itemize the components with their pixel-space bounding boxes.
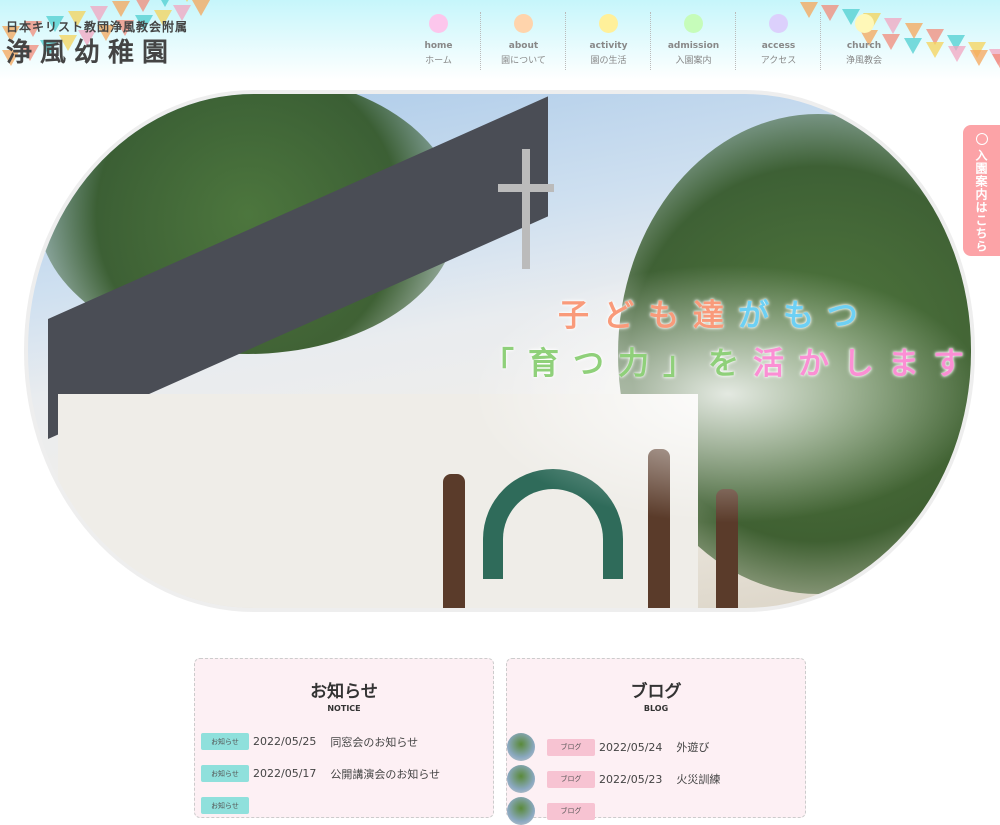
blog-thumbnail[interactable]	[507, 797, 535, 825]
notice-list-item[interactable]: お知らせ 2022/05/25 同窓会のお知らせ	[201, 733, 418, 750]
nav-item-home[interactable]: home ホーム	[397, 12, 481, 70]
notice-subtitle: NOTICE	[327, 704, 361, 713]
bunting-flag	[192, 0, 210, 16]
nav-dot-icon	[854, 14, 874, 33]
blog-panel: ブログ BLOG ブログ 2022/05/24 外遊び ブログ 2022/05/23 火災…	[506, 658, 806, 825]
nav-dot-icon	[684, 14, 703, 33]
bunting-flag	[904, 38, 922, 54]
bunting-flag	[178, 0, 196, 2]
bunting-flag	[134, 0, 152, 12]
nav-label-en: home	[424, 41, 453, 51]
nav-dot-icon	[599, 14, 618, 33]
nav-item-about[interactable]: about 園について	[482, 12, 566, 70]
nav-item-activity[interactable]: activity 園の生活	[567, 12, 651, 70]
cross	[522, 149, 530, 269]
blog-list-item[interactable]: ブログ 2022/05/23 火災訓練	[507, 765, 720, 793]
nav-dot-icon	[514, 14, 533, 33]
hero-catchphrase-line2: 「育つ力」を活かします	[483, 338, 975, 383]
nav-label-ja: ホーム	[425, 56, 452, 66]
blog-thumbnail[interactable]	[507, 765, 535, 793]
bunting-flag	[905, 23, 923, 40]
nav-label-ja: アクセス	[760, 56, 797, 66]
site-header: 日本キリスト教団浄風教会附属 浄風幼稚園 home ホーム about 園について ac…	[0, 0, 1000, 80]
admission-side-tab[interactable]: 入園案内はこちら	[963, 125, 1000, 256]
nav-item-church[interactable]: church 浄風教会	[822, 12, 906, 70]
notice-category-badge: お知らせ	[201, 765, 249, 782]
blog-subtitle: BLOG	[643, 704, 669, 713]
bunting-flag	[156, 0, 174, 7]
notice-date: 2022/05/17	[253, 767, 317, 780]
logo-title: 浄風幼稚園	[6, 38, 177, 68]
catchphrase-segment: がもつ	[738, 298, 872, 334]
nav-label-ja: 園について	[501, 56, 546, 66]
blog-date: 2022/05/23	[599, 772, 663, 786]
side-tab-label: 入園案内はこちら	[974, 149, 988, 253]
bunting-flag	[926, 42, 944, 58]
bunting-flag	[992, 54, 1000, 70]
notice-list-item[interactable]: お知らせ 2022/05/17 公開講演会のお知らせ	[201, 765, 440, 782]
blog-date: 2022/05/24	[599, 740, 663, 754]
blog-list-item[interactable]: ブログ	[507, 797, 599, 825]
blog-category-badge: ブログ	[547, 770, 595, 788]
bunting-flag	[112, 1, 130, 17]
nav-dot-icon	[429, 14, 448, 33]
blog-thumbnail[interactable]	[507, 733, 535, 761]
blog-title: ブログ	[630, 682, 682, 702]
nav-dot-icon	[769, 14, 788, 33]
nav-label-en: admission	[667, 41, 720, 51]
nav-label-en: church	[846, 41, 882, 51]
notice-item-title[interactable]: 同窓会のお知らせ	[330, 734, 418, 750]
nav-label-ja: 園の生活	[590, 56, 627, 66]
bunting-flag	[970, 50, 988, 66]
notice-date: 2022/05/25	[253, 735, 317, 748]
nav-item-admission[interactable]: admission 入園案内	[652, 12, 736, 70]
nav-label-ja: 入園案内	[675, 56, 712, 66]
nav-item-access[interactable]: access アクセス	[737, 12, 821, 70]
blog-list-item[interactable]: ブログ 2022/05/24 外遊び	[507, 733, 709, 761]
blog-category-badge: ブログ	[547, 738, 595, 756]
bunting-flag	[948, 46, 966, 62]
notice-title: お知らせ	[310, 682, 378, 702]
nav-label-en: access	[761, 41, 796, 51]
nav-label-ja: 浄風教会	[845, 56, 882, 66]
hero-catchphrase-line1: 子ども達がもつ	[558, 290, 872, 335]
blog-item-title[interactable]: 外遊び	[676, 739, 709, 755]
blog-item-title[interactable]: 火災訓練	[676, 771, 720, 787]
baby-face-icon	[975, 133, 988, 145]
catchphrase-segment: 「育つ力」を	[483, 346, 753, 382]
catchphrase-segment: 子ども達	[558, 298, 738, 334]
notice-item-title[interactable]: 公開講演会のお知らせ	[330, 766, 440, 782]
nav-label-en: activity	[589, 41, 628, 51]
notice-category-badge: お知らせ	[201, 733, 249, 750]
catchphrase-segment: 活かします	[753, 346, 975, 382]
blog-category-badge: ブログ	[547, 802, 595, 820]
nav-label-en: about	[508, 41, 539, 51]
notice-panel: お知らせ NOTICE お知らせ 2022/05/25 同窓会のお知らせ お知らせ 20…	[194, 658, 494, 818]
hero-image: 子ども達がもつ 「育つ力」を活かします	[24, 90, 975, 612]
